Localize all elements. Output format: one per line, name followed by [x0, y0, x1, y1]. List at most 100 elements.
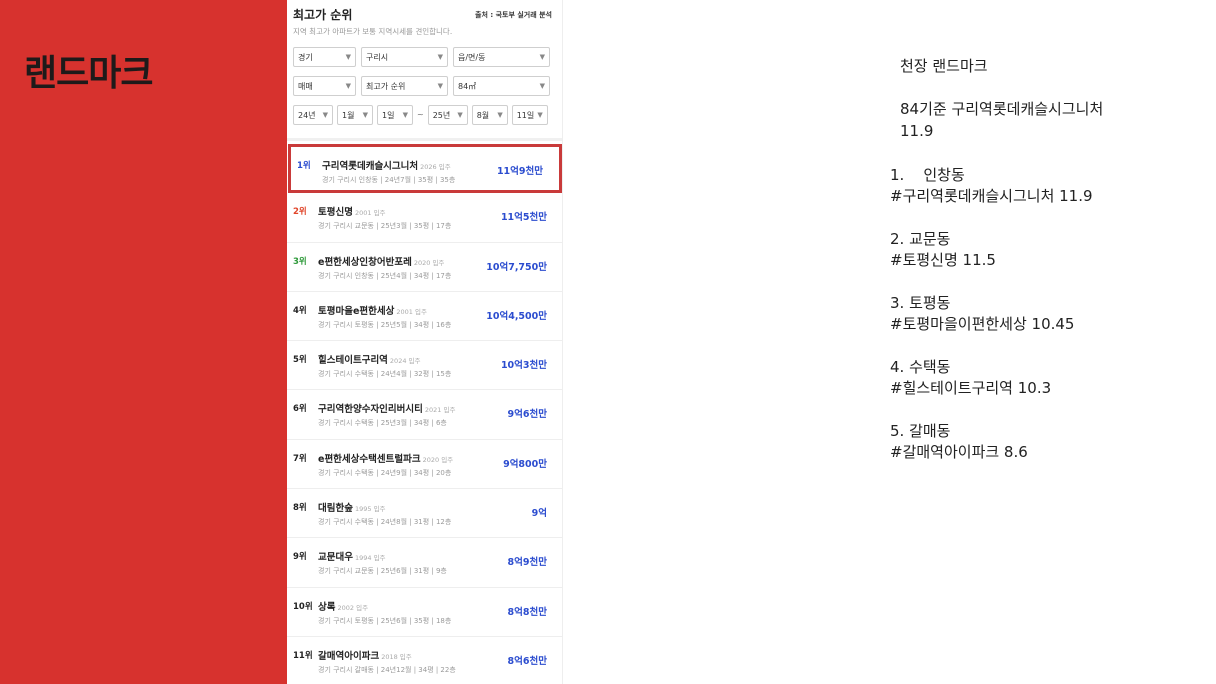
rank-label: 6위 [293, 404, 307, 415]
list-item[interactable]: 3위 e편한세상인창어반포레 2020 입주 경기 구리시 인창동 | 25년4월… [287, 243, 562, 292]
dong-entry: 3. 토평동 #토평마을이편한세상 10.45 [890, 293, 1074, 335]
city-select[interactable]: 구리시 ▼ [361, 47, 448, 67]
dong-name: 1. 인창동 [890, 166, 965, 184]
ranking-list: 1위 구리역롯데캐슬시그니처 2026 입주 경기 구리시 인창동 | 24년7월… [287, 144, 562, 684]
chevron-down-icon: ▼ [322, 111, 328, 119]
move-in-year: 2001 입주 [354, 209, 386, 218]
apartment-name: 갈매역아이파크 [318, 650, 380, 662]
list-item[interactable]: 9위 교문대우 1994 입주 경기 구리시 교문동 | 25년6월 | 31평 … [287, 538, 562, 588]
apartment-name: 토평신명 [318, 207, 353, 219]
list-item[interactable]: 11위 갈매역아이파크 2018 입주 경기 구리시 갈매동 | 24년12월 |… [287, 637, 562, 684]
apartment-name: e편한세상인창어반포레 [318, 256, 412, 268]
basis-value: 11.9 [900, 122, 934, 140]
apartment-tag: #갈매역아이파크 8.6 [890, 443, 1028, 461]
deal-price: 10억4,500만 [486, 310, 547, 322]
start-day-select[interactable]: 1일 ▼ [377, 105, 413, 125]
red-side-panel: 랜드마크 [0, 0, 287, 684]
brand-logo: 랜드마크 [24, 53, 153, 94]
notes-panel: 천장 랜드마크 84기준 구리역롯데캐슬시그니처 11.9 1. 인창동 #구리… [860, 0, 1200, 684]
dong-entry: 4. 수택동 #힐스테이트구리역 10.3 [890, 357, 1051, 399]
region-filter-row: 경기 ▼ 구리시 ▼ 읍/면/동 ▼ [293, 47, 550, 67]
apartment-name: 힐스테이트구리역 [318, 355, 388, 367]
apartment-name: 대림한숲 [318, 503, 353, 515]
end-day-select[interactable]: 11일 ▼ [511, 105, 548, 125]
rank-label: 5위 [293, 355, 307, 366]
rank-label: 8위 [293, 503, 307, 514]
deal-price: 10억3천만 [500, 360, 547, 372]
chevron-down-icon: ▼ [402, 111, 408, 119]
move-in-year: 1995 입주 [354, 505, 386, 514]
deal-price: 8억8천만 [507, 606, 547, 618]
list-item[interactable]: 7위 e편한세상수택센트럴파크 2020 입주 경기 구리시 수택동 | 24년9… [287, 440, 562, 490]
dong-entry: 1. 인창동 #구리역롯데캐슬시그니처 11.9 [890, 165, 1093, 207]
ranking-title: 최고가 순위 [293, 8, 353, 22]
apartment-name: 구리역롯데캐슬시그니처 [322, 161, 419, 172]
data-source: 출처 : 국토부 실거래 분석 [475, 11, 552, 19]
rank-label: 2위 [293, 207, 307, 218]
notes-heading: 천장 랜드마크 [900, 57, 988, 75]
list-item[interactable]: 1위 구리역롯데캐슬시그니처 2026 입주 경기 구리시 인창동 | 24년7월… [288, 144, 562, 194]
deal-price: 11억5천만 [500, 212, 547, 224]
apartment-tag: #토평신명 11.5 [890, 251, 996, 269]
date-separator: ~ [417, 110, 424, 119]
rank-label: 7위 [293, 453, 307, 464]
ranking-screenshot: 최고가 순위 출처 : 국토부 실거래 분석 지역 최고가 아파트가 보통 지역… [287, 0, 563, 684]
deal-info: 경기 구리시 수택동 | 24년8월 | 31평 | 12층 [318, 518, 452, 527]
deal-price: 10억7,750만 [486, 261, 547, 273]
deal-info: 경기 구리시 갈매동 | 24년12월 | 34평 | 22층 [318, 665, 456, 674]
date-range-row: 24년 ▼ 1월 ▼ 1일 ▼ ~ 25년 ▼ 8월 ▼ 11일 ▼ [293, 105, 548, 125]
deal-info: 경기 구리시 수택동 | 24년4월 | 32평 | 15층 [318, 370, 452, 379]
dong-select[interactable]: 읍/면/동 ▼ [453, 47, 550, 67]
start-month-select[interactable]: 1월 ▼ [337, 105, 373, 125]
deal-info: 경기 구리시 인창동 | 25년4월 | 34평 | 17층 [318, 271, 452, 280]
dong-entry: 5. 갈매동 #갈매역아이파크 8.6 [890, 421, 1028, 463]
basis-line: 84기준 구리역롯데캐슬시그니처 [900, 100, 1104, 118]
deal-info: 경기 구리시 토평동 | 25년6월 | 35평 | 18층 [318, 616, 452, 625]
list-item[interactable]: 6위 구리역한양수자인리버시티 2021 입주 경기 구리시 수택동 | 25년3… [287, 390, 562, 440]
apartment-name: 상록 [318, 601, 336, 613]
chevron-down-icon: ▼ [437, 82, 443, 90]
move-in-year: 1994 입주 [354, 554, 386, 563]
list-item[interactable]: 2위 토평신명 2001 입주 경기 구리시 교문동 | 25년3월 | 35평 … [287, 193, 562, 243]
rank-label: 11위 [293, 650, 313, 661]
chevron-down-icon: ▼ [362, 111, 368, 119]
chevron-down-icon: ▼ [539, 82, 545, 90]
rank-label: 9위 [293, 552, 307, 563]
move-in-year: 2024 입주 [389, 357, 421, 366]
deal-price: 8억6천만 [507, 655, 547, 667]
deal-price: 11억9천만 [496, 166, 543, 177]
deal-price: 9억 [531, 508, 547, 520]
start-year-select[interactable]: 24년 ▼ [293, 105, 333, 125]
apartment-name: 토평마을e편한세상 [318, 305, 395, 317]
deal-info: 경기 구리시 수택동 | 24년9월 | 34평 | 20층 [318, 468, 452, 477]
move-in-year: 2002 입주 [337, 603, 369, 612]
move-in-year: 2021 입주 [424, 406, 456, 415]
apartment-name: 교문대우 [318, 552, 353, 564]
list-item[interactable]: 10위 상록 2002 입주 경기 구리시 토평동 | 25년6월 | 35평 |… [287, 588, 562, 637]
dong-name: 3. 토평동 [890, 294, 951, 312]
end-year-select[interactable]: 25년 ▼ [427, 105, 468, 125]
move-in-year: 2026 입주 [420, 163, 451, 171]
dong-entry: 2. 교문동 #토평신명 11.5 [890, 229, 996, 271]
deal-type-select[interactable]: 매매 ▼ [293, 76, 356, 96]
ranking-header: 최고가 순위 출처 : 국토부 실거래 분석 [293, 6, 552, 26]
chevron-down-icon: ▼ [537, 111, 543, 119]
rank-label: 3위 [293, 256, 307, 267]
chevron-down-icon: ▼ [497, 111, 503, 119]
apartment-tag: #힐스테이트구리역 10.3 [890, 379, 1052, 397]
deal-price: 9억6천만 [507, 409, 547, 421]
list-item[interactable]: 5위 힐스테이트구리역 2024 입주 경기 구리시 수택동 | 24년4월 | … [287, 341, 562, 391]
area-select[interactable]: 84㎡ ▼ [453, 76, 550, 96]
dong-name: 4. 수택동 [890, 358, 951, 376]
end-month-select[interactable]: 8월 ▼ [471, 105, 508, 125]
province-select[interactable]: 경기 ▼ [293, 47, 356, 67]
list-item[interactable]: 4위 토평마을e편한세상 2001 입주 경기 구리시 토평동 | 25년5월 |… [287, 292, 562, 342]
chevron-down-icon: ▼ [539, 53, 545, 61]
notes-basis: 84기준 구리역롯데캐슬시그니처 11.9 [900, 98, 1103, 142]
sort-select[interactable]: 최고가 순위 ▼ [361, 76, 448, 96]
slide: 랜드마크 최고가 순위 출처 : 국토부 실거래 분석 지역 최고가 아파트가 … [0, 0, 1216, 684]
list-item[interactable]: 8위 대림한숲 1995 입주 경기 구리시 수택동 | 24년8월 | 31평 … [287, 489, 562, 539]
apartment-name: 구리역한양수자인리버시티 [318, 404, 423, 416]
deal-info: 경기 구리시 인창동 | 24년7월 | 35평 | 35층 [322, 176, 456, 184]
deal-info: 경기 구리시 교문동 | 25년6월 | 31평 | 9층 [318, 567, 447, 576]
